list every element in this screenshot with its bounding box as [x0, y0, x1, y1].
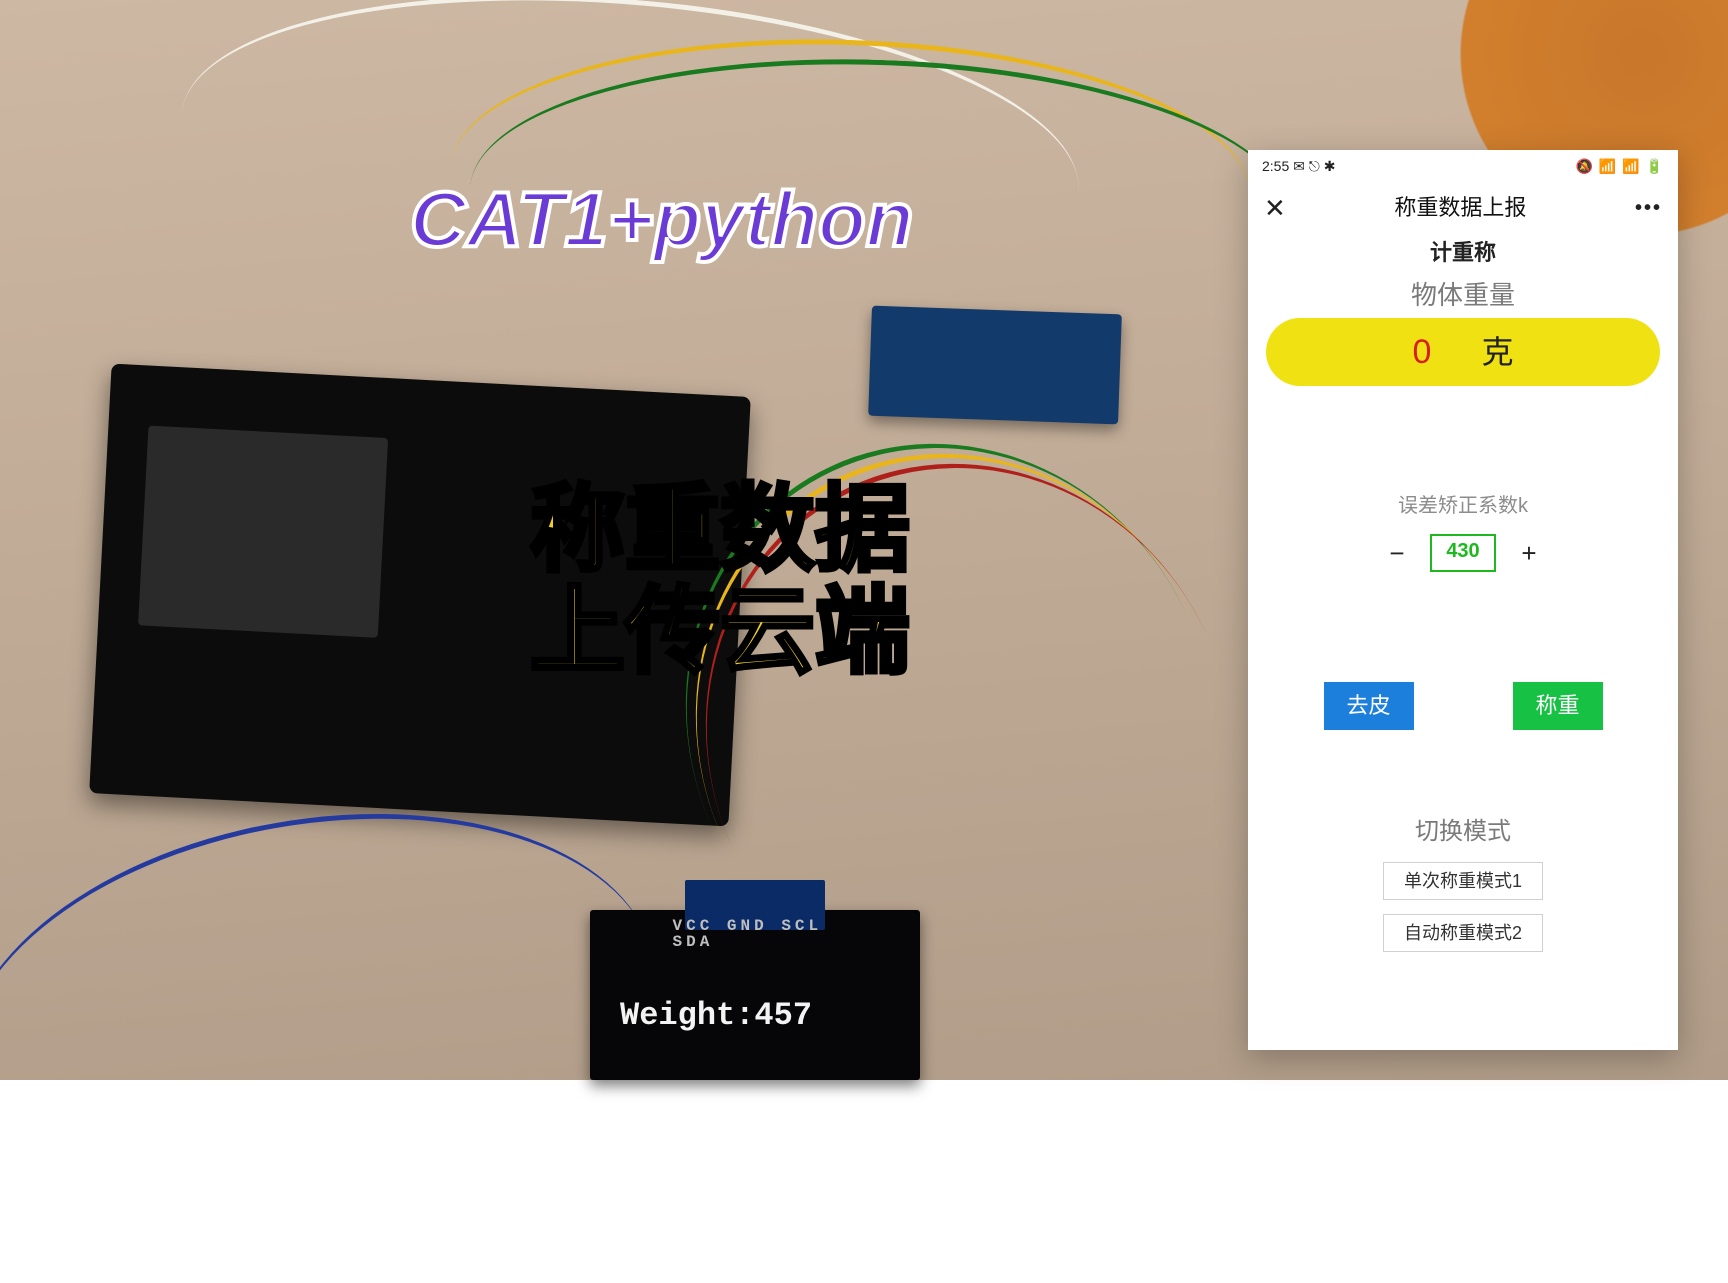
weigh-button[interactable]: 称重 [1513, 682, 1603, 730]
phone-app: 2:55 ✉ ⎋ ✱ 🔕 📶 📶 🔋 ✕ 称重数据上报 ••• 计重称 物体重量… [1248, 150, 1678, 1050]
oled-weight-text: Weight:457 [620, 1000, 812, 1032]
oled-pin-labels: VCC GND SCL SDA [673, 918, 838, 950]
hx711-module [868, 306, 1122, 425]
menu-icon[interactable]: ••• [1635, 198, 1662, 218]
overlay-caption-top: CAT1+python [410, 180, 913, 258]
app-subtitle: 计重称 [1248, 234, 1678, 282]
status-right-icons: 🔕 📶 📶 🔋 [1576, 159, 1664, 173]
status-bar: 2:55 ✉ ⎋ ✱ 🔕 📶 📶 🔋 [1248, 150, 1678, 182]
weight-display: 0 克 [1266, 318, 1660, 386]
weight-value: 0 [1413, 335, 1432, 369]
title-bar: ✕ 称重数据上报 ••• [1248, 182, 1678, 234]
mode-single-button[interactable]: 单次称重模式1 [1383, 862, 1543, 900]
mode-buttons: 单次称重模式1 自动称重模式2 [1248, 862, 1678, 952]
k-minus-button[interactable]: − [1382, 538, 1412, 568]
status-left-icons: ✉ ⎋ ✱ [1293, 158, 1335, 174]
action-buttons: 去皮 称重 [1248, 682, 1678, 730]
overlay-caption-main: 称重数据 上传云端 [530, 480, 910, 683]
weight-label: 物体重量 [1248, 282, 1678, 308]
k-coefficient-label: 误差矫正系数k [1248, 496, 1678, 516]
weight-unit: 克 [1481, 336, 1513, 368]
tare-button[interactable]: 去皮 [1324, 682, 1414, 730]
overlay-caption-line1: 称重数据 [530, 477, 910, 583]
mode-auto-button[interactable]: 自动称重模式2 [1383, 914, 1543, 952]
close-icon[interactable]: ✕ [1264, 195, 1286, 221]
oled-display: VCC GND SCL SDA Weight:457 [590, 910, 920, 1080]
k-value[interactable]: 430 [1430, 534, 1496, 572]
mode-label: 切换模式 [1248, 820, 1678, 844]
k-stepper: − 430 + [1248, 534, 1678, 572]
status-time: 2:55 ✉ ⎋ ✱ [1262, 159, 1335, 173]
overlay-caption-line2: 上传云端 [530, 579, 910, 685]
page-title: 称重数据上报 [1394, 197, 1526, 219]
k-plus-button[interactable]: + [1514, 538, 1544, 568]
